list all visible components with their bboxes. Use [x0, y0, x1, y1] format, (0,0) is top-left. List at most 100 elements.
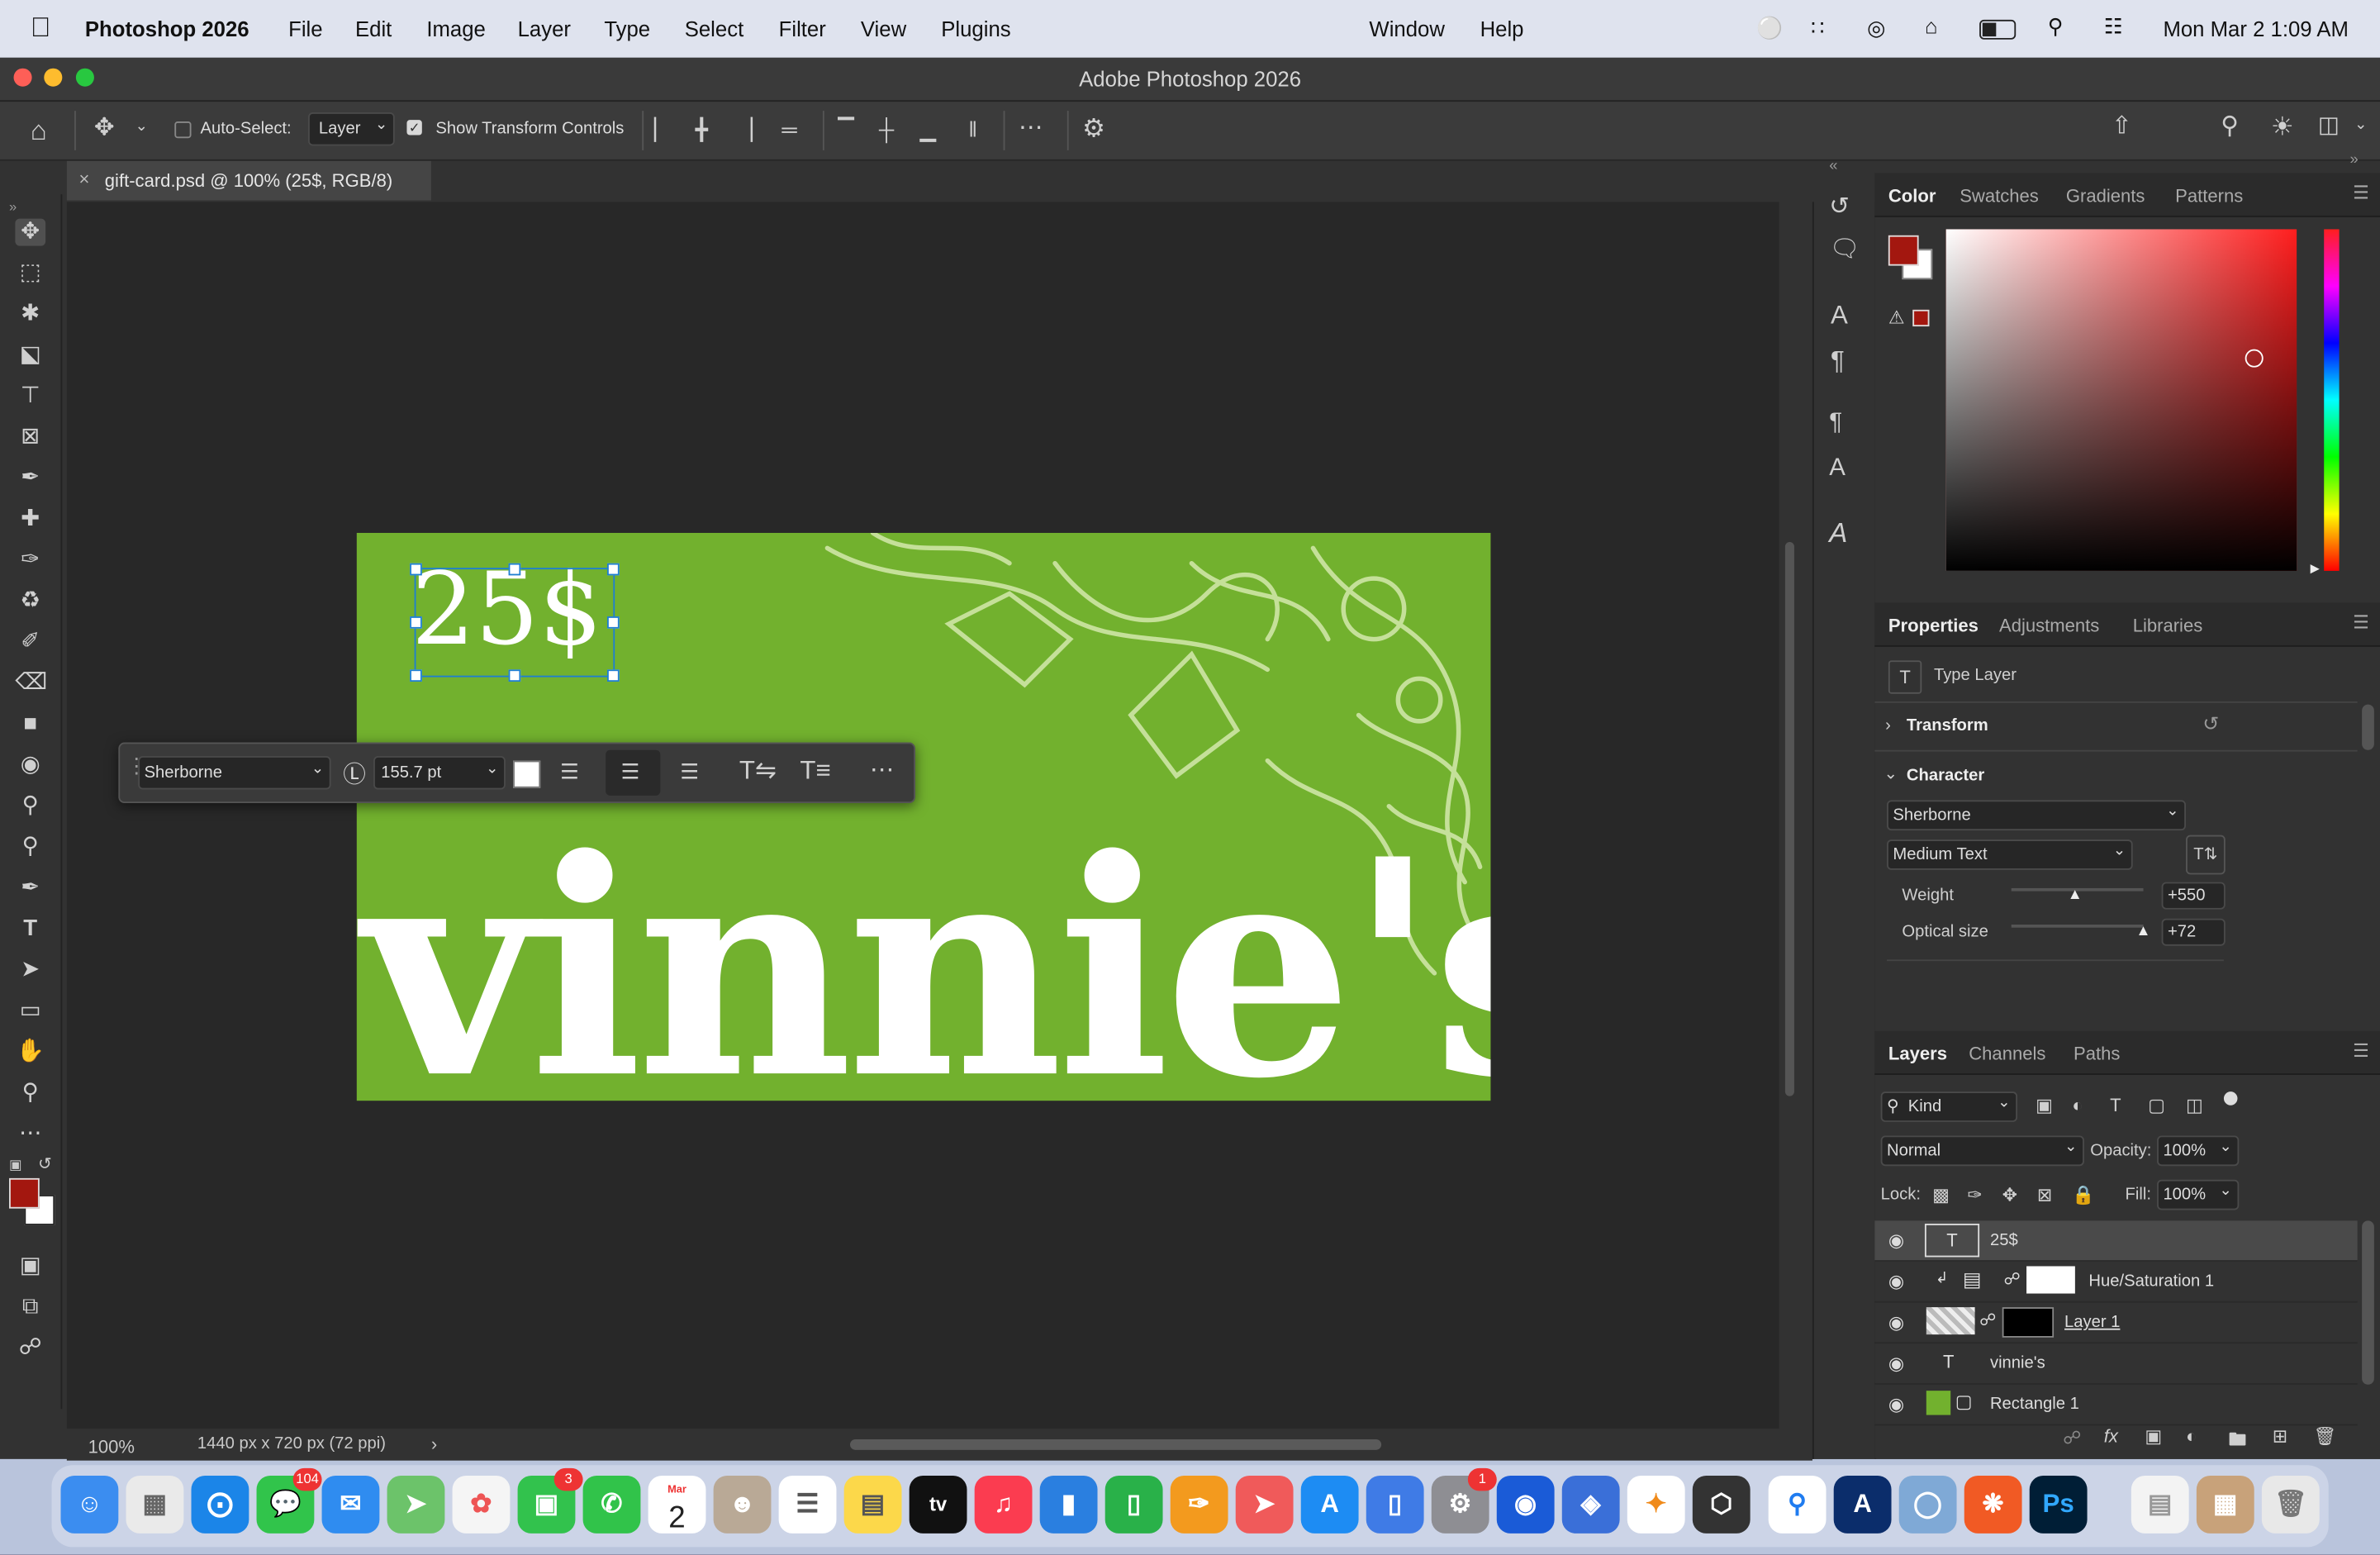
- transform-handle[interactable]: [607, 616, 620, 629]
- quick-search-icon[interactable]: ⚲: [1768, 1476, 1827, 1534]
- new-adjustment-icon[interactable]: ◐: [2186, 1425, 2197, 1447]
- reminders-icon[interactable]: ☰: [778, 1476, 837, 1534]
- rectangle-tool-icon[interactable]: ▭: [15, 997, 45, 1025]
- crop-tool-icon[interactable]: ⊤: [15, 383, 45, 410]
- music-icon[interactable]: ♫: [974, 1476, 1033, 1534]
- clock[interactable]: Mon Mar 2 1:09 AM: [2163, 17, 2348, 40]
- finder-icon[interactable]: ☺: [60, 1476, 119, 1534]
- auto-select-checkbox[interactable]: [174, 121, 192, 139]
- transform-handle[interactable]: [607, 669, 620, 682]
- chevron-down-icon[interactable]: ⌄: [1884, 763, 1898, 783]
- move-tool-icon[interactable]: ✥: [94, 117, 115, 140]
- glyphs-icon[interactable]: A: [1829, 519, 1847, 546]
- lock-all-icon[interactable]: 🔒: [2072, 1184, 2094, 1205]
- hue-slider[interactable]: [2324, 229, 2340, 571]
- tab-paths[interactable]: Paths: [2074, 1043, 2120, 1064]
- chevron-right-icon[interactable]: ›: [1885, 716, 1891, 735]
- color-field[interactable]: [1945, 229, 2297, 571]
- quick-mask-icon[interactable]: ▣: [15, 1253, 45, 1280]
- claude-icon[interactable]: ❋: [1964, 1476, 2022, 1534]
- menu-plugins[interactable]: Plugins: [941, 17, 1010, 40]
- paragraph-icon[interactable]: ¶: [1831, 348, 1845, 373]
- quick-select-icon[interactable]: ⬕: [15, 341, 45, 369]
- numbers-icon[interactable]: ▯: [1104, 1476, 1163, 1534]
- font-family-dropdown[interactable]: Sherborne ⌄: [1887, 800, 2186, 831]
- font-style-dropdown[interactable]: Medium Text ⌄: [1887, 839, 2133, 870]
- downloads-stack-icon[interactable]: ▦: [2196, 1476, 2254, 1534]
- notes-icon[interactable]: ▤: [843, 1476, 902, 1534]
- lock-image-icon[interactable]: ✑: [1967, 1184, 1982, 1205]
- menu-type[interactable]: Type: [604, 17, 650, 40]
- layer-name[interactable]: Hue/Saturation 1: [2088, 1272, 2214, 1291]
- document-stack-icon[interactable]: ▤: [2131, 1476, 2189, 1534]
- reset-transform-icon[interactable]: ↺: [2202, 712, 2219, 736]
- password-manager-icon[interactable]: ⚪: [1756, 15, 1783, 40]
- optical-size-slider-thumb[interactable]: ▲: [2135, 923, 2150, 939]
- close-tab-icon[interactable]: ×: [79, 169, 90, 190]
- screen-mode-icon[interactable]: ⧉: [15, 1294, 45, 1321]
- frame-tool-icon[interactable]: ⊠: [15, 424, 45, 451]
- filter-adjustment-icon[interactable]: ◐: [2072, 1095, 2083, 1116]
- add-mask-icon[interactable]: ▣: [2145, 1425, 2162, 1447]
- weight-slider-thumb[interactable]: ▲: [2068, 887, 2083, 903]
- character-styles-icon[interactable]: A: [1829, 456, 1846, 481]
- blur-tool-icon[interactable]: ◉: [15, 752, 45, 779]
- control-grid-icon[interactable]: ∷: [1811, 15, 1824, 40]
- auto-select-dropdown[interactable]: Layer ⌄: [308, 112, 395, 146]
- collapse-panels-icon[interactable]: «: [1829, 159, 1837, 174]
- document-tab[interactable]: × gift-card.psd @ 100% (25$, RGB/8): [66, 160, 431, 201]
- layer-name[interactable]: Layer 1: [2064, 1313, 2120, 1331]
- control-center-icon[interactable]: ☷: [2104, 14, 2123, 40]
- maps-icon[interactable]: ➤: [387, 1476, 445, 1534]
- phone-icon[interactable]: ✆: [582, 1476, 641, 1534]
- tab-libraries[interactable]: Libraries: [2133, 615, 2203, 636]
- foreground-color-swatch[interactable]: [1888, 235, 1919, 266]
- visibility-eye-icon[interactable]: ◉: [1888, 1353, 1904, 1374]
- layer-name[interactable]: vinnie's: [1990, 1354, 2045, 1372]
- align-horizontal-centers-icon[interactable]: ╋: [696, 118, 709, 140]
- default-colors-icon[interactable]: ▣: [9, 1157, 22, 1173]
- transform-section-label[interactable]: Transform: [1907, 716, 1988, 735]
- text-color-swatch[interactable]: [513, 760, 541, 788]
- search-icon[interactable]: ⚲: [2221, 115, 2239, 140]
- align-right-edges-icon[interactable]: ▕: [736, 118, 753, 140]
- hand-tool-icon[interactable]: ✋: [15, 1039, 45, 1066]
- fill-field[interactable]: 100% ⌄: [2157, 1179, 2240, 1210]
- foreground-color-swatch[interactable]: [9, 1177, 40, 1209]
- layer-row[interactable]: ◉ T 25$: [1874, 1220, 2358, 1262]
- blend-mode-dropdown[interactable]: Normal ⌄: [1880, 1135, 2084, 1167]
- transform-bounding-box[interactable]: [410, 563, 620, 682]
- opacity-field[interactable]: 100% ⌄: [2157, 1135, 2240, 1167]
- fluid-app-icon[interactable]: ◈: [1561, 1476, 1620, 1534]
- align-text-center-button[interactable]: ☰: [606, 749, 661, 796]
- more-options-icon[interactable]: ⋯: [870, 758, 894, 783]
- discover-lightbulb-icon[interactable]: ☀: [2271, 114, 2294, 140]
- hue-slider-thumb-icon[interactable]: ▶: [2311, 562, 2320, 576]
- fx-icon[interactable]: fx: [2104, 1425, 2118, 1447]
- type-tool-icon[interactable]: T: [15, 915, 45, 943]
- paragraph-styles-icon[interactable]: ¶: [1829, 411, 1842, 435]
- object-selection-icon[interactable]: ✱: [15, 301, 45, 328]
- vertical-scrollbar[interactable]: [1784, 541, 1794, 1096]
- gradient-tool-icon[interactable]: ■: [15, 711, 45, 738]
- photoshop-icon[interactable]: Ps: [2029, 1476, 2088, 1534]
- font-size-dropdown[interactable]: 155.7 pt ⌄: [373, 756, 506, 790]
- tab-swatches[interactable]: Swatches: [1960, 185, 2039, 207]
- share-icon[interactable]: ⇧: [2112, 115, 2132, 140]
- home-icon[interactable]: ⌂: [31, 117, 47, 144]
- tab-channels[interactable]: Channels: [1969, 1043, 2045, 1064]
- variable-font-icon[interactable]: T⇅: [2186, 835, 2226, 875]
- apple-tv-icon[interactable]: tv: [909, 1476, 967, 1534]
- trash-icon[interactable]: 🗑: [2313, 1425, 2336, 1447]
- tab-color[interactable]: Color: [1888, 185, 1936, 207]
- comments-icon[interactable]: 🗨: [1829, 238, 1860, 262]
- align-text-right-icon[interactable]: ☰: [680, 761, 699, 782]
- link-icon[interactable]: ☍: [1979, 1310, 1996, 1330]
- chevron-right-icon[interactable]: ›: [431, 1434, 437, 1455]
- transform-handle[interactable]: [410, 616, 422, 629]
- clone-stamp-icon[interactable]: ♻: [15, 587, 45, 615]
- tab-properties[interactable]: Properties: [1888, 615, 1979, 636]
- transform-handle[interactable]: [410, 669, 422, 682]
- gear-icon[interactable]: ⚙: [1082, 116, 1105, 141]
- tab-gradients[interactable]: Gradients: [2066, 185, 2145, 207]
